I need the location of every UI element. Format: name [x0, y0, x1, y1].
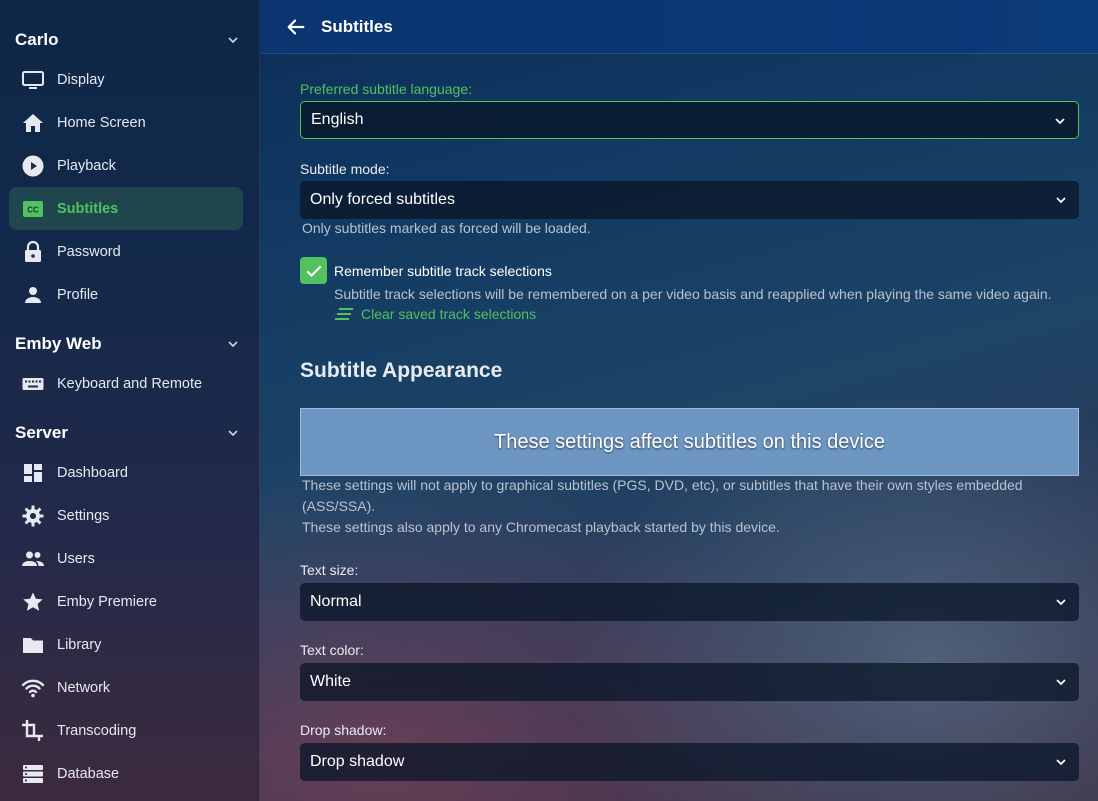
- text-color-label: Text color:: [300, 642, 364, 658]
- sidebar-item-label: Display: [57, 71, 105, 88]
- subtitle-appearance-heading: Subtitle Appearance: [300, 359, 503, 382]
- text-color-select[interactable]: White: [300, 663, 1079, 701]
- subtitle-preview: These settings affect subtitles on this …: [300, 408, 1079, 476]
- section-title: Server: [15, 423, 68, 442]
- select-value: Only forced subtitles: [310, 191, 455, 208]
- sidebar-item-home-screen[interactable]: Home Screen: [9, 101, 243, 144]
- sidebar-item-label: Settings: [57, 507, 110, 524]
- sidebar-item-label: Playback: [57, 157, 116, 174]
- svg-text:CC: CC: [27, 205, 39, 214]
- back-arrow-icon[interactable]: [285, 15, 309, 39]
- sidebar-item-display[interactable]: Display: [9, 58, 243, 101]
- chevron-down-icon: [1056, 679, 1066, 686]
- appearance-help: These settings will not apply to graphic…: [302, 475, 1079, 538]
- section-header-emby-web[interactable]: Emby Web: [0, 330, 259, 358]
- clear-all-icon: [335, 308, 353, 320]
- sidebar-item-label: Database: [57, 765, 120, 782]
- sidebar-item-database[interactable]: Database: [9, 752, 243, 795]
- sidebar-item-subtitles[interactable]: CC Subtitles: [9, 187, 243, 230]
- sidebar-item-label: Profile: [57, 286, 99, 303]
- subtitle-mode-label: Subtitle mode:: [300, 161, 390, 177]
- sidebar-item-playback[interactable]: Playback: [9, 144, 243, 187]
- section-header-carlo[interactable]: Carlo: [0, 26, 259, 54]
- chevron-down-icon: [1056, 759, 1066, 766]
- select-value: Drop shadow: [310, 753, 405, 770]
- select-value: Normal: [310, 593, 362, 610]
- checkmark-icon: [306, 265, 321, 277]
- keyboard-icon: [21, 372, 45, 396]
- text-size-select[interactable]: Normal: [300, 583, 1079, 621]
- dashboard-icon: [21, 461, 45, 485]
- sidebar-item-label: Dashboard: [57, 464, 128, 481]
- sidebar-item-settings[interactable]: Settings: [9, 494, 243, 537]
- home-icon: [21, 111, 45, 135]
- sidebar-item-password[interactable]: Password: [9, 230, 243, 273]
- text-size-label: Text size:: [300, 562, 359, 578]
- play-circle-icon: [21, 154, 45, 178]
- sidebar-item-profile[interactable]: Profile: [9, 273, 243, 316]
- appearance-help-line1: These settings will not apply to graphic…: [302, 477, 1023, 514]
- sidebar-item-label: Users: [57, 550, 95, 567]
- select-value: White: [310, 673, 351, 690]
- preferred-language-label: Preferred subtitle language:: [300, 81, 472, 97]
- preferred-language-select[interactable]: English: [300, 101, 1079, 139]
- wifi-icon: [21, 676, 45, 700]
- sidebar-item-users[interactable]: Users: [9, 537, 243, 580]
- chevron-down-icon: [228, 430, 238, 437]
- star-icon: [21, 590, 45, 614]
- clear-link-label: Clear saved track selections: [361, 306, 537, 322]
- chevron-down-icon: [1056, 197, 1066, 204]
- sidebar-item-label: Password: [57, 243, 121, 260]
- subtitle-mode-help: Only subtitles marked as forced will be …: [302, 220, 591, 236]
- sidebar-item-library[interactable]: Library: [9, 623, 243, 666]
- clear-track-selections-link[interactable]: Clear saved track selections: [334, 306, 536, 322]
- sidebar-item-label: Keyboard and Remote: [57, 375, 203, 392]
- subtitle-mode-select[interactable]: Only forced subtitles: [300, 181, 1079, 219]
- users-icon: [21, 547, 45, 571]
- folder-icon: [21, 633, 45, 657]
- sidebar-item-label: Home Screen: [57, 114, 146, 131]
- gear-icon: [21, 504, 45, 528]
- chevron-down-icon: [228, 341, 238, 348]
- sidebar-item-label: Transcoding: [57, 722, 137, 739]
- section-header-server[interactable]: Server: [0, 419, 259, 447]
- sidebar-item-label: Emby Premiere: [57, 593, 157, 610]
- sidebar-item-dashboard[interactable]: Dashboard: [9, 451, 243, 494]
- sidebar-item-label: Library: [57, 636, 102, 653]
- sidebar-item-label: Subtitles: [57, 200, 119, 217]
- sidebar-item-emby-premiere[interactable]: Emby Premiere: [9, 580, 243, 623]
- chevron-down-icon: [1055, 118, 1065, 125]
- remember-selections-label: Remember subtitle track selections: [334, 263, 552, 279]
- section-title: Emby Web: [15, 334, 102, 353]
- remember-selections-row: Remember subtitle track selections: [300, 257, 1079, 284]
- remember-selections-help: Subtitle track selections will be rememb…: [334, 286, 1052, 302]
- database-icon: [21, 762, 45, 786]
- monitor-icon: [21, 68, 45, 92]
- select-value: English: [311, 111, 364, 128]
- section-title: Carlo: [15, 30, 59, 49]
- chevron-down-icon: [228, 37, 238, 44]
- appearance-help-line2: These settings also apply to any Chromec…: [302, 519, 780, 535]
- sidebar-item-label: Network: [57, 679, 111, 696]
- page-title: Subtitles: [321, 16, 393, 36]
- remember-selections-checkbox[interactable]: [300, 257, 327, 284]
- sidebar-item-keyboard-remote[interactable]: Keyboard and Remote: [9, 362, 243, 405]
- subtitle-preview-text: These settings affect subtitles on this …: [494, 430, 885, 453]
- chevron-down-icon: [1056, 599, 1066, 606]
- lock-icon: [21, 240, 45, 264]
- sidebar: Carlo Display Home Screen Playback CC Su…: [0, 0, 260, 801]
- sidebar-item-network[interactable]: Network: [9, 666, 243, 709]
- crop-icon: [21, 719, 45, 743]
- sidebar-item-transcoding[interactable]: Transcoding: [9, 709, 243, 752]
- drop-shadow-select[interactable]: Drop shadow: [300, 743, 1079, 781]
- page-header: Subtitles: [261, 0, 1098, 54]
- closed-caption-icon: CC: [21, 197, 45, 221]
- drop-shadow-label: Drop shadow:: [300, 722, 387, 738]
- person-icon: [21, 283, 45, 307]
